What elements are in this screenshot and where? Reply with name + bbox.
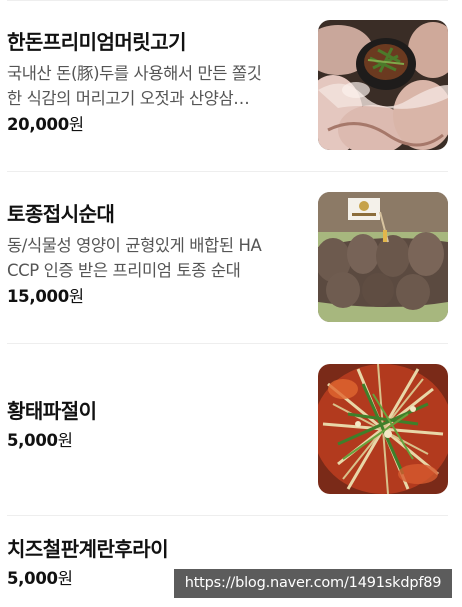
menu-item-price: 5,000원 [7, 429, 307, 453]
menu-item-name: 치즈철판계란후라이 [7, 537, 169, 561]
menu-item-sundae[interactable]: 토종접시순대 동/식물성 영양이 균형있게 배합된 HA CCP 인증 받은 프… [0, 192, 462, 323]
menu-item-description: 동/식물성 영양이 균형있게 배합된 HA CCP 인증 받은 프리미엄 토종 … [7, 233, 299, 283]
divider [7, 343, 448, 344]
menu-item-name: 토종접시순대 [7, 202, 115, 226]
price-currency: 원 [57, 569, 73, 588]
menu-item-name: 한돈프리미엄머릿고기 [7, 30, 187, 54]
divider [7, 515, 448, 516]
price-value: 20,000 [7, 115, 69, 134]
price-value: 15,000 [7, 287, 69, 306]
divider [7, 0, 448, 1]
price-value: 5,000 [7, 431, 58, 450]
menu-item-pollack-scallion[interactable]: 황태파절이 5,000원 [0, 364, 462, 495]
menu-item-description-line: 국내산 돈(豚)두를 사용해서 만든 쫄깃 [7, 64, 262, 83]
divider [7, 171, 448, 172]
menu-item-description-line: 동/식물성 영양이 균형있게 배합된 HA [7, 236, 262, 255]
menu-item-description-line: CCP 인증 받은 프리미엄 토종 순대 [7, 261, 241, 280]
menu-item-price: 15,000원 [7, 285, 307, 309]
menu-item-text: 한돈프리미엄머릿고기 국내산 돈(豚)두를 사용해서 만든 쫄깃 한 식감의 머… [7, 28, 307, 137]
menu-item-description-line: 한 식감의 머리고기 오젓과 산양삼… [7, 89, 250, 108]
menu-item-photo[interactable] [318, 364, 448, 494]
menu-item-pork-head-meat[interactable]: 한돈프리미엄머릿고기 국내산 돈(豚)두를 사용해서 만든 쫄깃 한 식감의 머… [0, 20, 462, 151]
price-currency: 원 [68, 287, 84, 306]
menu-item-text: 토종접시순대 동/식물성 영양이 균형있게 배합된 HA CCP 인증 받은 프… [7, 200, 307, 309]
menu-item-name: 황태파절이 [7, 399, 97, 423]
menu-item-photo[interactable] [318, 20, 448, 150]
menu-item-text: 황태파절이 5,000원 [7, 397, 307, 453]
blog-url-watermark: https://blog.naver.com/1491skdpf89 [174, 569, 452, 598]
price-currency: 원 [57, 431, 73, 450]
price-value: 5,000 [7, 569, 58, 588]
price-currency: 원 [68, 115, 84, 134]
menu-item-price: 20,000원 [7, 113, 307, 137]
menu-item-photo[interactable] [318, 192, 448, 322]
menu-item-description: 국내산 돈(豚)두를 사용해서 만든 쫄깃 한 식감의 머리고기 오젓과 산양삼… [7, 61, 299, 111]
